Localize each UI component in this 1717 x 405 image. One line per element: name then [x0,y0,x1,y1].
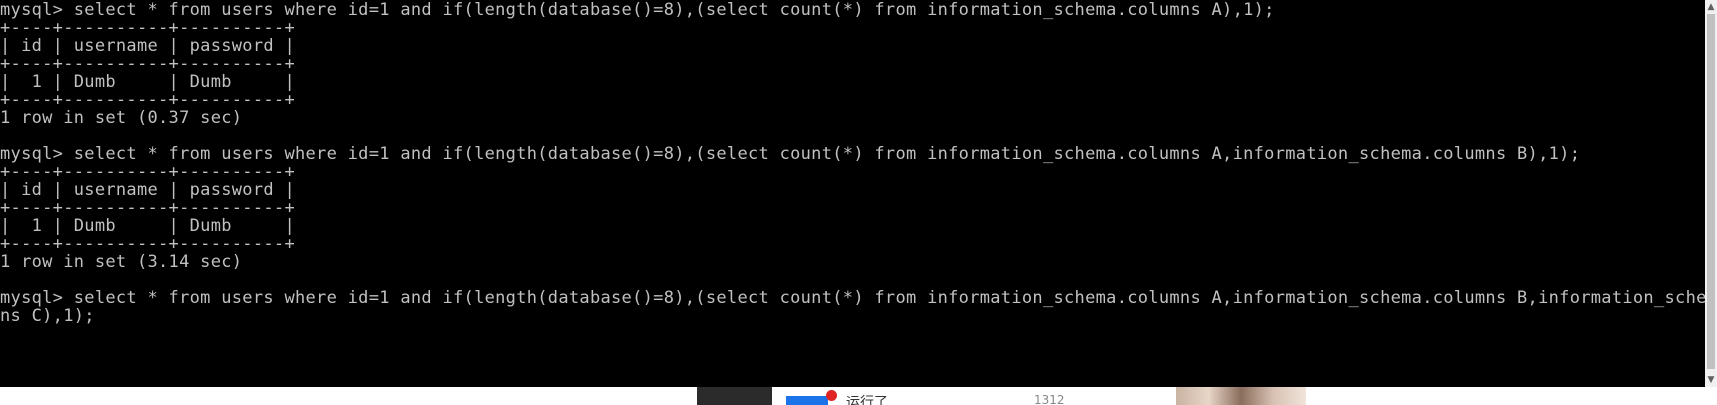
table-row: | 1 | Dumb | Dumb | [0,216,295,236]
app-icon [786,396,828,405]
scrollbar-thumb[interactable] [1707,14,1715,369]
terminal-line: mysql> select * from users where id=1 an… [0,144,1581,164]
result-summary: 1 row in set (3.14 sec) [0,252,243,272]
table-border: +----+----------+----------+ [0,234,295,254]
terminal-line: ns C),1); [0,306,95,326]
background-window-strip: 运行了 1312 [0,387,1717,405]
table-border: +----+----------+----------+ [0,18,295,38]
terminal-window[interactable]: mysql> select * from users where id=1 an… [0,0,1705,387]
table-border: +----+----------+----------+ [0,90,295,110]
triangle-down-icon[interactable]: ▼ [1705,373,1717,387]
triangle-up-icon[interactable]: ▲ [1705,0,1717,14]
vertical-scrollbar[interactable]: ▲ ▼ [1705,0,1717,387]
table-header: | id | username | password | [0,36,295,56]
app-number: 1312 [1034,393,1065,405]
terminal-line: mysql> select * from users where id=1 an… [0,0,1275,20]
table-header: | id | username | password | [0,180,295,200]
dark-panel [697,387,772,405]
notification-badge [826,390,837,401]
table-border: +----+----------+----------+ [0,162,295,182]
table-border: +----+----------+----------+ [0,198,295,218]
result-summary: 1 row in set (0.37 sec) [0,108,243,128]
app-label: 运行了 [846,395,888,405]
photo-thumbnail [1176,387,1306,405]
terminal-line: mysql> select * from users where id=1 an… [0,288,1705,308]
table-row: | 1 | Dumb | Dumb | [0,72,295,92]
table-border: +----+----------+----------+ [0,54,295,74]
